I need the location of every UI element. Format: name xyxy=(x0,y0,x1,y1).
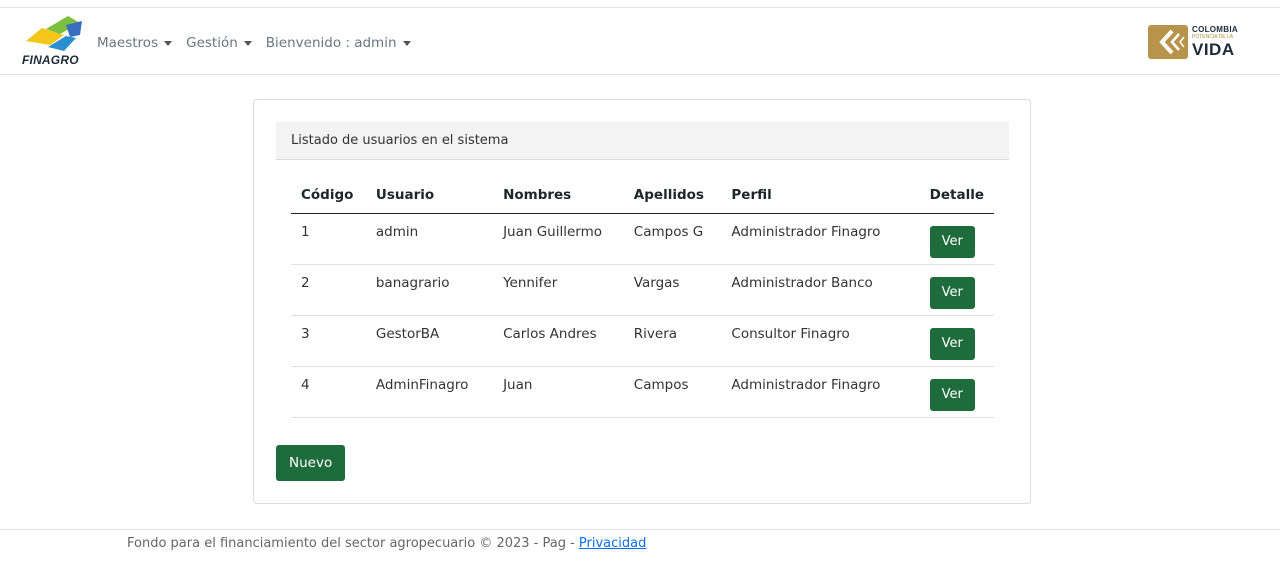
nav-gestion-label: Gestión xyxy=(186,35,238,51)
footer-text: Fondo para el financiamiento del sector … xyxy=(127,536,646,551)
new-user-button[interactable]: Nuevo xyxy=(276,445,346,481)
nav-maestros-label: Maestros xyxy=(97,35,159,51)
caret-down-icon xyxy=(164,40,173,46)
cell-detalle: Ver xyxy=(907,315,994,367)
finagro-logo-icon xyxy=(26,16,82,51)
view-user-button[interactable]: Ver xyxy=(929,226,975,258)
nav-maestros[interactable]: Maestros xyxy=(97,35,173,51)
view-user-button[interactable]: Ver xyxy=(929,328,975,360)
cell-usuario: AdminFinagro xyxy=(365,366,494,418)
cell-codigo: 2 xyxy=(291,264,366,316)
table-row: 3 GestorBA Carlos Andres Rivera Consulto… xyxy=(291,315,994,367)
table-row: 2 banagrario Yennifer Vargas Administrad… xyxy=(291,264,994,316)
cell-detalle: Ver xyxy=(907,366,994,418)
cell-apellidos: Campos xyxy=(623,366,722,418)
cell-apellidos: Rivera xyxy=(623,315,722,367)
column-header: Perfil xyxy=(721,178,908,214)
column-header: Usuario xyxy=(365,178,494,214)
table-row: 4 AdminFinagro Juan Campos Administrador… xyxy=(291,366,994,418)
cell-perfil: Administrador Finagro xyxy=(721,213,908,265)
cell-nombres: Juan Guillermo xyxy=(493,213,624,265)
view-user-button[interactable]: Ver xyxy=(929,277,975,309)
table-row: 1 admin Juan Guillermo Campos G Administ… xyxy=(291,213,994,265)
table-header-row: Código Usuario Nombres Apellidos Perfil … xyxy=(291,178,994,214)
navbar: FINAGRO Maestros Gestión Bienvenido : ad… xyxy=(0,9,1280,75)
view-user-button[interactable]: Ver xyxy=(929,379,975,411)
caret-down-icon xyxy=(402,40,411,46)
users-card: Listado de usuarios en el sistema Código… xyxy=(253,99,1031,504)
main-nav: Maestros Gestión Bienvenido : admin xyxy=(97,35,411,51)
gov-logo-line3: VIDA xyxy=(1192,40,1235,59)
column-header: Detalle xyxy=(907,178,994,214)
users-table: Código Usuario Nombres Apellidos Perfil … xyxy=(291,178,994,418)
nav-gestion[interactable]: Gestión xyxy=(186,35,252,51)
cell-apellidos: Campos G xyxy=(623,213,722,265)
colombia-logo-text: COLOMBIA POTENCIA DE LA VIDA xyxy=(1192,25,1238,59)
cell-detalle: Ver xyxy=(907,213,994,265)
footer: Fondo para el financiamiento del sector … xyxy=(0,529,1280,575)
nav-user-label: Bienvenido : admin xyxy=(265,35,397,51)
nav-user-menu[interactable]: Bienvenido : admin xyxy=(266,35,411,51)
cell-nombres: Yennifer xyxy=(493,264,624,316)
column-header: Apellidos xyxy=(623,178,722,214)
column-header: Código xyxy=(291,178,366,214)
cell-perfil: Administrador Banco xyxy=(721,264,908,316)
brand-name: FINAGRO xyxy=(22,53,79,67)
cell-detalle: Ver xyxy=(907,264,994,316)
gov-logo-line1: COLOMBIA xyxy=(1192,25,1238,34)
cell-usuario: admin xyxy=(365,213,494,265)
cell-usuario: GestorBA xyxy=(365,315,494,367)
cell-nombres: Juan xyxy=(493,366,624,418)
cell-usuario: banagrario xyxy=(365,264,494,316)
footer-copyright: Fondo para el financiamiento del sector … xyxy=(127,536,579,551)
column-header: Nombres xyxy=(493,178,624,214)
cell-codigo: 4 xyxy=(291,366,366,418)
cell-perfil: Consultor Finagro xyxy=(721,315,908,367)
card-header: Listado de usuarios en el sistema xyxy=(276,122,1009,160)
top-border xyxy=(0,0,1280,8)
cell-nombres: Carlos Andres xyxy=(493,315,624,367)
brand-logo[interactable]: FINAGRO xyxy=(20,15,90,67)
cell-perfil: Administrador Finagro xyxy=(721,366,908,418)
caret-down-icon xyxy=(243,40,252,46)
cell-apellidos: Vargas xyxy=(623,264,722,316)
cell-codigo: 3 xyxy=(291,315,366,367)
cell-codigo: 1 xyxy=(291,213,366,265)
privacy-link[interactable]: Privacidad xyxy=(579,536,646,551)
